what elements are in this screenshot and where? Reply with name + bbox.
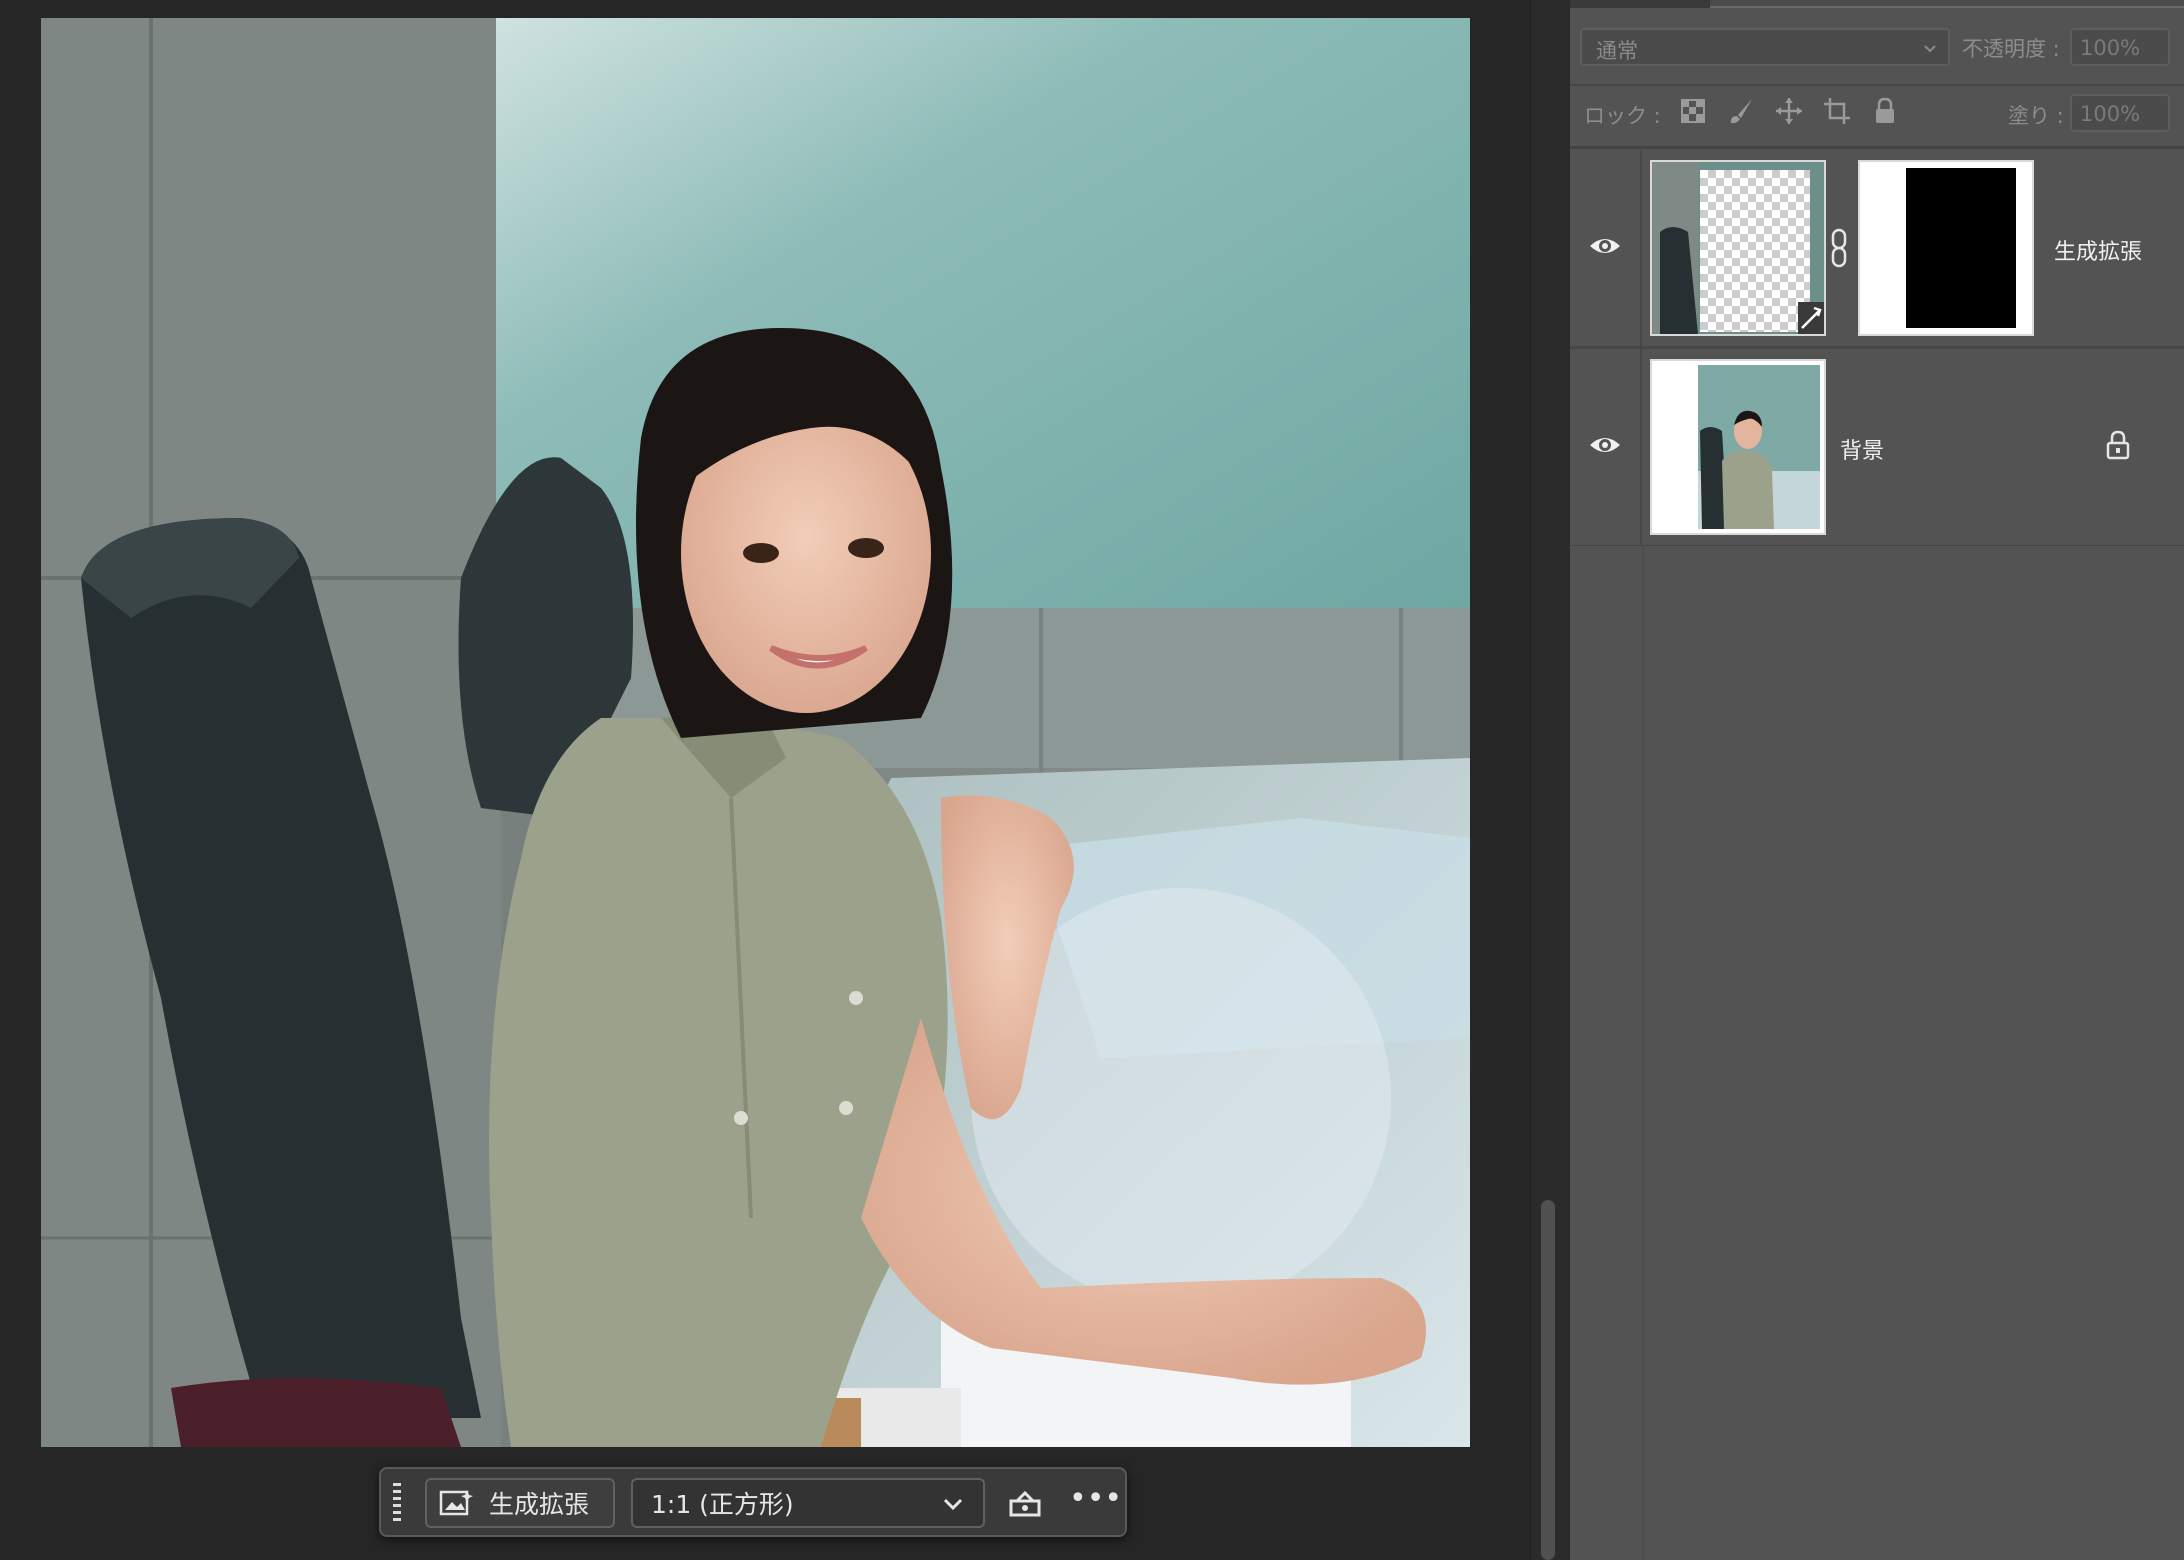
canvas-area[interactable] [0,0,1530,1560]
contextual-task-bar: 生成拡張 1:1 (正方形) ••• [379,1467,1127,1537]
lock-label: ロック : [1584,104,1661,128]
fill-label: 塗り : [2008,104,2064,128]
opacity-value: 100% [2080,36,2141,60]
lock-paint-icon[interactable] [1726,96,1756,126]
mask-link-icon[interactable] [1828,228,1850,268]
layers-empty-area[interactable] [1570,546,2184,1560]
visibility-column [1570,150,1642,346]
layer-lock-icon[interactable] [2104,429,2132,461]
visibility-column [1570,349,1642,545]
fill-value: 100% [2080,102,2141,126]
layer-name[interactable]: 背景 [1840,433,1884,465]
generative-fill-icon[interactable] [1007,1487,1043,1519]
layer-thumbnail [1650,160,1826,336]
layer-row-generative-expand[interactable]: 生成拡張 [1570,150,2184,349]
lock-transparent-icon[interactable] [1678,96,1708,126]
panel-tab-bar[interactable] [1710,0,2184,8]
visibility-column-empty [1570,546,1644,1560]
layers-panel: 通常 不透明度 : 100% ロック : 塗り : 100% 生成拡張 背景 [1570,0,2184,1560]
layer-row-background[interactable]: 背景 [1570,349,2184,548]
fill-field[interactable]: 100% [2070,94,2170,132]
chevron-down-icon [943,1498,963,1511]
document-image[interactable] [41,18,1470,1447]
blend-mode-value: 通常 [1596,39,1638,63]
panel-divider [1570,84,2184,86]
canvas-vertical-scrollbar[interactable] [1530,0,1571,1560]
lock-all-icon[interactable] [1870,96,1900,126]
lock-position-icon[interactable] [1774,96,1804,126]
opacity-label: 不透明度 : [1962,37,2060,61]
layer-mask-thumbnail[interactable] [1858,160,2034,336]
eye-icon[interactable] [1588,433,1622,457]
generative-expand-button[interactable]: 生成拡張 [425,1478,615,1528]
layer-name[interactable]: 生成拡張 [2054,234,2142,266]
eye-icon[interactable] [1588,234,1622,258]
lock-artboard-icon[interactable] [1822,96,1852,126]
chevron-down-icon [1924,45,1936,53]
photo-illustration [41,18,1470,1447]
scrollbar-thumb[interactable] [1541,1200,1555,1560]
layer-thumbnail [1650,359,1826,535]
generative-expand-icon [439,1490,473,1516]
blend-mode-select[interactable]: 通常 [1580,28,1950,66]
drag-handle-icon[interactable] [393,1483,401,1523]
opacity-field[interactable]: 100% [2070,28,2170,66]
panel-divider [1570,146,2184,149]
aspect-ratio-value: 1:1 (正方形) [651,1490,794,1519]
generative-expand-label: 生成拡張 [489,1490,590,1519]
more-options-icon[interactable]: ••• [1069,1484,1122,1519]
aspect-ratio-select[interactable]: 1:1 (正方形) [631,1478,985,1528]
